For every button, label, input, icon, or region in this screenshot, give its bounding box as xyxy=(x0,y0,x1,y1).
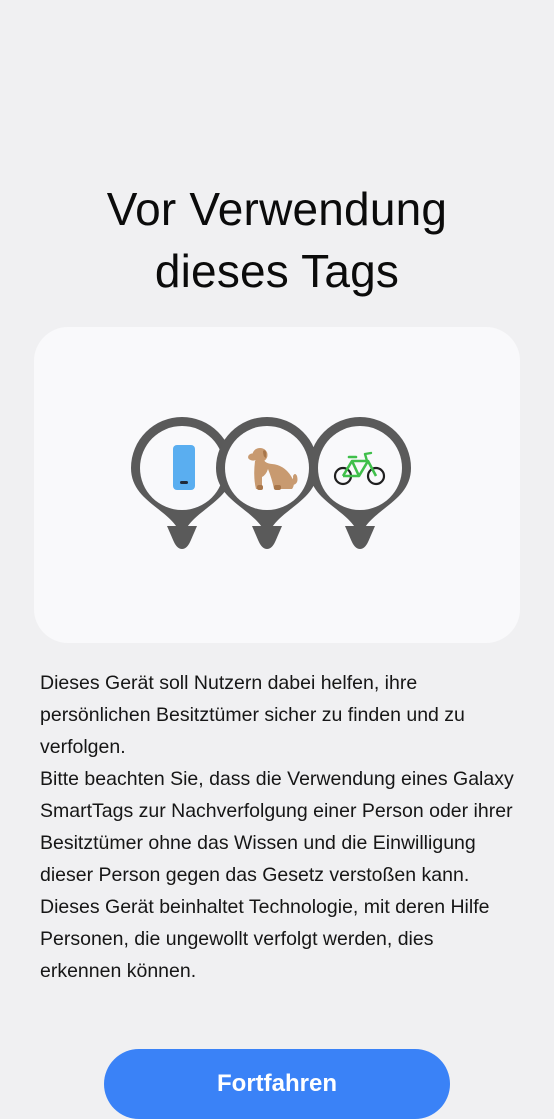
location-pin-phone xyxy=(131,417,233,549)
location-pin-bicycle xyxy=(309,417,411,549)
continue-button[interactable]: Fortfahren xyxy=(104,1049,450,1119)
description-paragraph-2: Bitte beachten Sie, dass die Verwendung … xyxy=(40,768,514,886)
description-text: Dieses Gerät soll Nutzern dabei helfen, … xyxy=(40,667,520,987)
phone-icon xyxy=(173,445,195,490)
description-paragraph-1: Dieses Gerät soll Nutzern dabei helfen, … xyxy=(40,672,465,758)
illustration-card xyxy=(34,327,520,643)
location-pins-illustration xyxy=(131,417,411,549)
location-pin-dog xyxy=(216,417,318,549)
page-title-line-2: dieses Tags xyxy=(154,245,400,297)
description-paragraph-3: Dieses Gerät beinhaltet Technologie, mit… xyxy=(40,896,490,982)
page-title: Vor Verwendung dieses Tags xyxy=(0,178,554,302)
page-title-line-1: Vor Verwendung xyxy=(106,183,448,235)
